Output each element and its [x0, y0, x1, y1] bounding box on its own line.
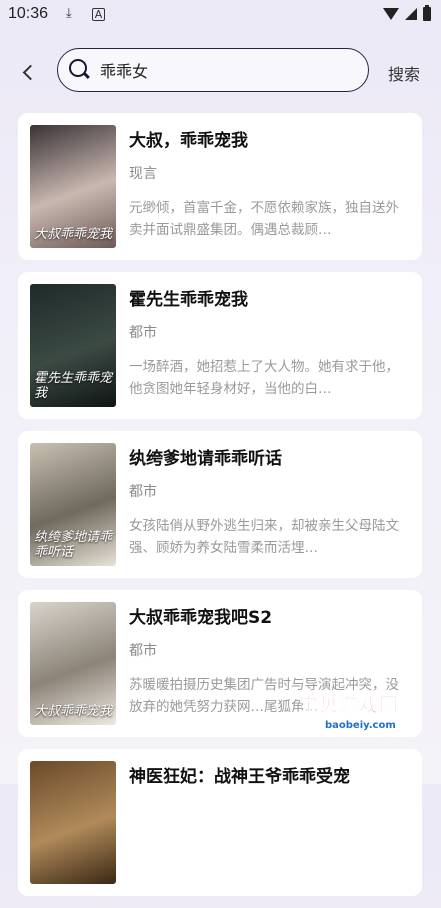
status-time: 10:36	[8, 5, 49, 22]
cover-art	[30, 761, 116, 884]
result-list: 大叔乖乖宠我 大叔，乖乖宠我 现言 元缈倾，首富千金，不愿依赖家族，独自送外卖并…	[18, 113, 422, 908]
book-genre: 都市	[129, 325, 157, 341]
book-genre: 都市	[129, 643, 157, 659]
book-genre: 都市	[129, 484, 157, 500]
book-description: 一场醉酒，她招惹上了大人物。她有求于他，他贪图她年轻身材好，当他的白…	[129, 359, 399, 397]
book-title[interactable]: 纨绔爹地请乖乖听话	[129, 444, 282, 469]
result-card[interactable]: 霍先生乖乖宠我 霍先生乖乖宠我 都市 一场醉酒，她招惹上了大人物。她有求于他，他…	[18, 272, 422, 419]
search-button[interactable]: 搜索	[388, 61, 420, 85]
book-title[interactable]: 霍先生乖乖宠我	[129, 285, 248, 310]
battery-icon	[423, 5, 431, 21]
result-card[interactable]: 神医狂妃：战神王爷乖乖受宠	[18, 749, 422, 896]
book-cover[interactable]	[30, 761, 116, 884]
search-box[interactable]	[57, 48, 369, 92]
back-button[interactable]	[16, 58, 40, 86]
a-icon: A	[92, 8, 105, 21]
search-input[interactable]	[100, 58, 350, 82]
watermark-logo: 宝贝游戏网 baobeiy.com	[299, 690, 409, 742]
book-title[interactable]: 大叔，乖乖宠我	[129, 126, 248, 151]
book-genre: 现言	[129, 166, 157, 182]
book-cover[interactable]: 大叔乖乖宠我	[30, 602, 116, 725]
book-description: 女孩陆俏从野外逃生归来，却被亲生父母陆文强、顾娇为养女陆雪柔而活埋…	[129, 518, 399, 556]
chevron-left-icon	[22, 64, 38, 80]
wifi-icon	[383, 8, 399, 20]
result-card[interactable]: 纨绔爹地请乖乖听话 纨绔爹地请乖乖听话 都市 女孩陆俏从野外逃生归来，却被亲生父…	[18, 431, 422, 578]
cover-title: 纨绔爹地请乖乖听话	[34, 530, 113, 560]
book-cover[interactable]: 霍先生乖乖宠我	[30, 284, 116, 407]
cover-title: 霍先生乖乖宠我	[34, 371, 113, 401]
search-icon	[69, 59, 87, 77]
book-title[interactable]: 大叔乖乖宠我吧S2	[129, 603, 272, 628]
download-icon: ⤓	[66, 6, 72, 21]
book-cover[interactable]: 纨绔爹地请乖乖听话	[30, 443, 116, 566]
book-title[interactable]: 神医狂妃：战神王爷乖乖受宠	[129, 762, 350, 787]
book-description: 元缈倾，首富千金，不愿依赖家族，独自送外卖并面试鼎盛集团。偶遇总裁顾…	[129, 200, 399, 238]
book-cover[interactable]: 大叔乖乖宠我	[30, 125, 116, 248]
status-bar: 10:36 ⤓ A	[0, 0, 441, 32]
search-header: 搜索	[0, 44, 441, 100]
signal-icon	[405, 8, 417, 20]
cover-title: 大叔乖乖宠我	[34, 227, 113, 242]
watermark-text: 宝贝游戏网	[299, 694, 400, 717]
cover-title: 大叔乖乖宠我	[34, 704, 113, 719]
watermark-url: baobeiy.com	[325, 720, 396, 731]
result-card[interactable]: 大叔乖乖宠我 大叔，乖乖宠我 现言 元缈倾，首富千金，不愿依赖家族，独自送外卖并…	[18, 113, 422, 260]
